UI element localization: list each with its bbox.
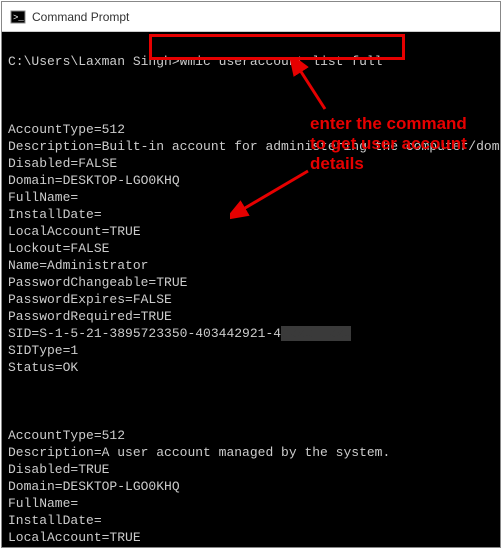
blank-line bbox=[8, 105, 16, 120]
blank-line bbox=[8, 411, 16, 426]
prompt-cwd: C:\Users\Laxman Singh> bbox=[8, 54, 180, 69]
prompt-command: wmic useraccount list full bbox=[180, 54, 383, 69]
terminal-output[interactable]: C:\Users\Laxman Singh>wmic useraccount l… bbox=[2, 32, 500, 547]
svg-text:>_: >_ bbox=[13, 13, 24, 23]
command-prompt-window: >_ Command Prompt C:\Users\Laxman Singh>… bbox=[1, 1, 501, 548]
cmd-icon: >_ bbox=[10, 9, 26, 25]
account-block: AccountType=512 Description=A user accou… bbox=[8, 427, 494, 547]
titlebar[interactable]: >_ Command Prompt bbox=[2, 2, 500, 32]
sid-censored: xxxx xxx bbox=[281, 326, 351, 341]
account-block: AccountType=512 Description=Built-in acc… bbox=[8, 121, 494, 376]
window-title: Command Prompt bbox=[32, 10, 129, 24]
blank-line bbox=[8, 394, 16, 409]
blank-line bbox=[8, 88, 16, 103]
